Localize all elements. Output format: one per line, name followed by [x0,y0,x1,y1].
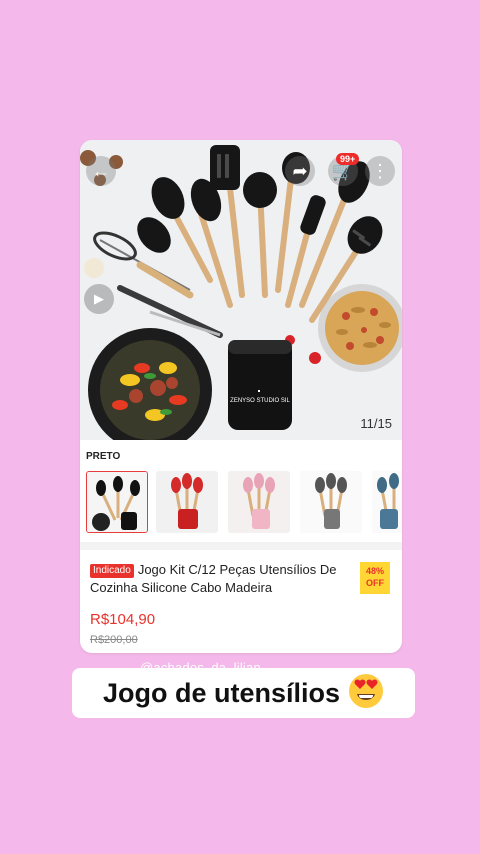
product-price: R$104,90 [90,611,156,628]
utensils-photo: ZENYSO STUDIO SIL [80,145,402,440]
image-counter: 11/15 [360,416,392,431]
thumbnail-pink[interactable] [228,471,290,533]
play-video-icon[interactable]: ▶ [84,284,114,314]
discount-percent: 48% [365,566,384,576]
share-icon[interactable]: ➦ [285,156,315,186]
thumbnail-red[interactable] [156,471,218,533]
product-card: ZENYSO STUDIO SIL ← ➦ 🛒 99+ ⋮ ▶ 11/15 PR… [80,140,402,653]
thumbnail-blue[interactable] [372,471,402,533]
more-options-icon[interactable]: ⋮ [365,156,395,186]
section-divider [80,542,402,550]
cart-count-badge: 99+ [336,153,360,165]
caption-text: Jogo de utensílios [102,677,341,708]
caption-box: Jogo de utensílios [72,668,415,718]
discount-label: OFF [366,578,384,588]
discount-badge: 48% OFF [360,562,390,594]
product-title-row: Indicado Jogo Kit C/12 Peças Utensílios D… [90,561,350,597]
thumbnail-black[interactable] [86,471,148,533]
recommended-badge: Indicado [90,564,134,578]
original-price: R$200,00 [90,634,138,646]
variant-label: PRETO [86,451,121,462]
thumbnail-gray[interactable] [300,471,362,533]
canister-text: ZENYSO STUDIO SIL [230,398,290,404]
heart-eyes-emoji-icon [348,673,384,714]
back-arrow-icon[interactable]: ← [86,156,116,186]
product-image[interactable]: ZENYSO STUDIO SIL ← ➦ 🛒 99+ ⋮ ▶ 11/15 [80,140,402,440]
variant-thumbnails [86,471,402,535]
